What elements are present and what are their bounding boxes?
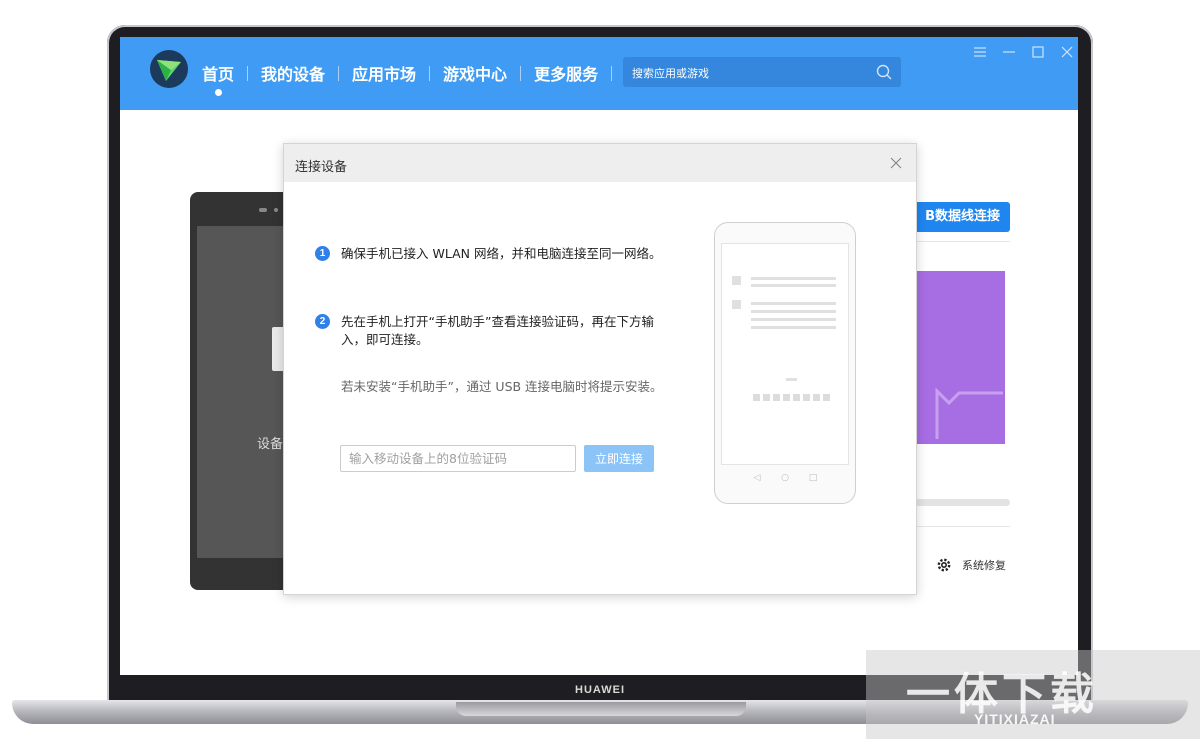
code-digit-placeholder xyxy=(803,394,810,401)
divider xyxy=(915,526,1010,527)
nav-item-app-market[interactable]: 应用市场 xyxy=(352,61,416,85)
code-digit-placeholder xyxy=(753,394,760,401)
step-1: 1 确保手机已接入 WLAN 网络，并和电脑连接至同一网络。 xyxy=(315,245,665,263)
app-window: 首页 我的设备 应用市场 游戏中心 更多服务 搜索应用或游戏 设备 B数据线连接… xyxy=(120,37,1078,675)
device-label: 设备 xyxy=(257,437,284,452)
divider xyxy=(915,241,1010,242)
placeholder-line xyxy=(751,326,836,329)
nav-item-game-center[interactable]: 游戏中心 xyxy=(443,61,507,85)
laptop-hinge xyxy=(456,702,746,716)
sensor-dot xyxy=(274,208,278,212)
window-controls xyxy=(965,42,1078,62)
dialog-header: 连接设备 xyxy=(284,144,916,182)
system-repair-button[interactable]: 系统修复 xyxy=(935,556,1006,574)
watermark: 一体下载 YITIXIAZAI xyxy=(866,650,1200,739)
search-box[interactable]: 搜索应用或游戏 xyxy=(623,57,901,87)
active-indicator xyxy=(215,89,222,96)
search-placeholder: 搜索应用或游戏 xyxy=(632,67,709,80)
main-nav: 首页 我的设备 应用市场 游戏中心 更多服务 xyxy=(202,61,625,96)
minimize-icon[interactable] xyxy=(994,42,1023,62)
placeholder-block xyxy=(732,276,741,285)
code-digit-placeholder xyxy=(783,394,790,401)
code-digit-placeholder xyxy=(763,394,770,401)
step-text: 确保手机已接入 WLAN 网络，并和电脑连接至同一网络。 xyxy=(341,246,662,261)
phone-illustration: ◁ ○ □ xyxy=(714,222,856,504)
code-digit-placeholder xyxy=(773,394,780,401)
close-icon[interactable] xyxy=(1052,42,1078,62)
nav-item-home[interactable]: 首页 xyxy=(202,61,234,96)
code-digit-placeholder xyxy=(813,394,820,401)
placeholder-line xyxy=(751,284,836,287)
promo-banner[interactable] xyxy=(915,271,1005,444)
progress-bar xyxy=(915,499,1010,506)
back-icon: ◁ xyxy=(753,473,761,483)
placeholder-line xyxy=(751,318,836,321)
phone-screen xyxy=(721,243,849,465)
close-icon[interactable] xyxy=(884,151,908,175)
step-number-badge: 2 xyxy=(315,314,330,329)
nav-divider xyxy=(611,65,613,81)
menu-icon[interactable] xyxy=(965,42,994,62)
nav-divider xyxy=(247,65,249,81)
nav-divider xyxy=(338,65,340,81)
placeholder-line xyxy=(751,302,836,305)
nav-divider xyxy=(520,65,522,81)
verification-code-input[interactable] xyxy=(340,445,576,472)
maximize-icon[interactable] xyxy=(1023,42,1052,62)
nav-item-more-services[interactable]: 更多服务 xyxy=(534,61,598,85)
recents-icon: □ xyxy=(808,473,818,483)
search-icon[interactable] xyxy=(875,63,893,81)
app-header: 首页 我的设备 应用市场 游戏中心 更多服务 搜索应用或游戏 xyxy=(120,37,1078,110)
step-text: 先在手机上打开“手机助手”查看连接验证码，再在下方输入，即可连接。 xyxy=(341,314,654,347)
placeholder-block xyxy=(732,300,741,309)
system-repair-label: 系统修复 xyxy=(962,559,1006,572)
placeholder-line xyxy=(786,378,797,381)
install-note: 若未安装“手机助手”，通过 USB 连接电脑时将提示安装。 xyxy=(341,379,663,394)
watermark-subtext: YITIXIAZAI xyxy=(974,711,1056,727)
nav-item-my-devices[interactable]: 我的设备 xyxy=(261,61,325,85)
placeholder-line xyxy=(751,310,836,313)
connect-device-dialog: 连接设备 1 确保手机已接入 WLAN 网络，并和电脑连接至同一网络。 2 先在… xyxy=(283,143,917,595)
step-number-badge: 1 xyxy=(315,246,330,261)
phone-nav-bar: ◁ ○ □ xyxy=(715,473,855,483)
code-digit-placeholder xyxy=(823,394,830,401)
nav-divider xyxy=(429,65,431,81)
code-digit-placeholder xyxy=(793,394,800,401)
gear-icon xyxy=(937,558,951,572)
dialog-title: 连接设备 xyxy=(295,160,348,175)
step-2: 2 先在手机上打开“手机助手”查看连接验证码，再在下方输入，即可连接。 xyxy=(315,313,665,349)
home-icon: ○ xyxy=(781,473,789,483)
folder-icon xyxy=(935,387,1003,439)
placeholder-line xyxy=(751,277,836,280)
connect-now-button[interactable]: 立即连接 xyxy=(584,445,654,472)
camera-dot xyxy=(259,208,267,212)
app-logo-icon[interactable] xyxy=(149,49,189,89)
